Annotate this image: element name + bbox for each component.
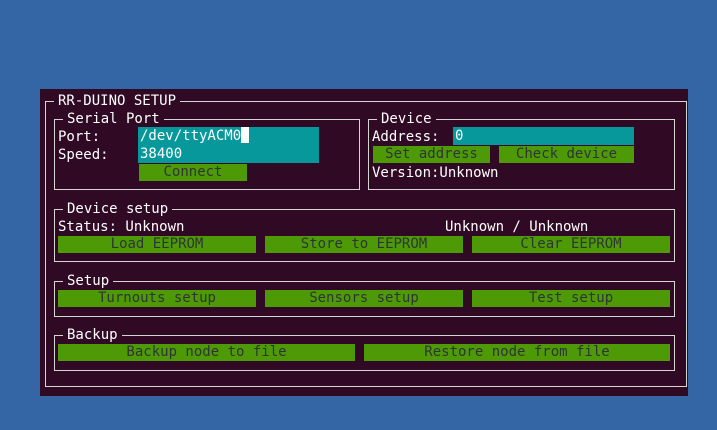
speed-input[interactable]: 38400 bbox=[138, 145, 319, 163]
address-value: 0 bbox=[455, 128, 464, 144]
eeprom-counts-text: Unknown / Unknown bbox=[445, 219, 589, 235]
clear-eeprom-button[interactable]: Clear EEPROM bbox=[472, 236, 670, 253]
backup-title: Backup bbox=[63, 326, 122, 344]
serial-port-title: Serial Port bbox=[63, 110, 164, 128]
turnouts-setup-button[interactable]: Turnouts setup bbox=[58, 290, 256, 307]
device-setup-title: Device setup bbox=[63, 200, 173, 218]
dialog-title: RR-DUINO SETUP bbox=[54, 92, 181, 110]
port-label: Port: bbox=[58, 129, 101, 145]
version-text: Version:Unknown bbox=[372, 165, 499, 181]
setup-title: Setup bbox=[63, 272, 114, 290]
backup-node-button[interactable]: Backup node to file bbox=[58, 344, 355, 361]
status-text: Status: Unknown bbox=[58, 219, 185, 235]
load-eeprom-button[interactable]: Load EEPROM bbox=[58, 236, 256, 253]
device-title: Device bbox=[377, 110, 436, 128]
setup-dialog: RR-DUINO SETUP Serial Port Port: /dev/tt… bbox=[40, 89, 688, 396]
port-value: /dev/ttyACM0 bbox=[140, 128, 242, 144]
speed-label: Speed: bbox=[58, 147, 109, 163]
text-cursor bbox=[241, 127, 250, 143]
address-label: Address: bbox=[372, 129, 440, 145]
store-eeprom-button[interactable]: Store to EEPROM bbox=[265, 236, 463, 253]
port-input[interactable]: /dev/ttyACM0 bbox=[138, 127, 319, 145]
connect-button[interactable]: Connect bbox=[139, 164, 247, 181]
sensors-setup-button[interactable]: Sensors setup bbox=[265, 290, 463, 307]
address-input[interactable]: 0 bbox=[453, 127, 634, 145]
check-device-button[interactable]: Check device bbox=[499, 146, 634, 163]
set-address-button[interactable]: Set address bbox=[373, 146, 490, 163]
test-setup-button[interactable]: Test setup bbox=[472, 290, 670, 307]
restore-node-button[interactable]: Restore node from file bbox=[364, 344, 670, 361]
speed-value: 38400 bbox=[140, 146, 183, 162]
